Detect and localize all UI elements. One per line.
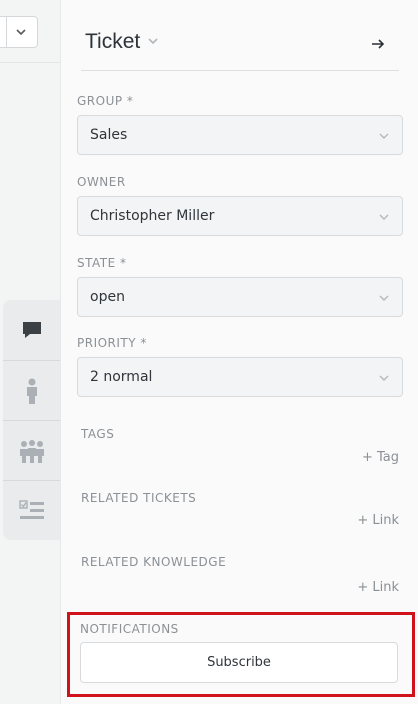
tags-section: TAGS + Tag	[81, 427, 399, 467]
organization-icon	[19, 439, 44, 463]
sidebar-tab-strip	[3, 300, 60, 540]
add-tag-link[interactable]: + Tag	[362, 450, 399, 465]
priority-value: 2 normal	[90, 369, 153, 385]
owner-select[interactable]: Christopher Miller	[77, 196, 403, 236]
group-value: Sales	[90, 127, 128, 143]
related-knowledge-label: RELATED KNOWLEDGE	[81, 555, 227, 569]
chevron-down-icon	[16, 29, 26, 36]
chevron-down-icon	[379, 214, 389, 220]
notifications-label: NOTIFICATIONS	[80, 622, 179, 636]
arrow-right-icon[interactable]	[369, 35, 387, 53]
related-tickets-label: RELATED TICKETS	[81, 491, 197, 505]
chevron-down-icon	[379, 375, 389, 381]
tab-checklist[interactable]	[3, 480, 60, 540]
priority-field: PRIORITY * 2 normal	[77, 336, 403, 397]
tab-ticket[interactable]	[3, 300, 60, 360]
priority-select[interactable]: 2 normal	[77, 357, 403, 397]
main-area-edge	[0, 0, 60, 704]
checklist-icon	[18, 499, 44, 519]
add-related-knowledge-link[interactable]: + Link	[357, 580, 399, 595]
group-field: GROUP * Sales	[77, 94, 403, 155]
related-tickets-section: RELATED TICKETS + Link	[81, 491, 399, 531]
customer-icon	[26, 378, 37, 404]
tab-customer[interactable]	[3, 360, 60, 420]
group-label: GROUP *	[77, 94, 134, 108]
chevron-down-icon	[379, 295, 389, 301]
state-select[interactable]: open	[77, 277, 403, 317]
owner-value: Christopher Miller	[90, 208, 215, 224]
priority-label: PRIORITY *	[77, 336, 147, 350]
subscribe-button[interactable]: Subscribe	[80, 642, 398, 683]
add-related-ticket-link[interactable]: + Link	[357, 513, 399, 528]
chevron-down-icon[interactable]	[147, 36, 159, 46]
related-knowledge-section: RELATED KNOWLEDGE + Link	[81, 555, 399, 595]
top-dropdown[interactable]	[0, 16, 38, 48]
tags-label: TAGS	[81, 427, 115, 441]
state-value: open	[90, 289, 125, 305]
dropdown-divider	[6, 17, 7, 47]
state-field: STATE * open	[77, 256, 403, 317]
sidebar-title[interactable]: Ticket	[85, 30, 140, 54]
top-divider	[0, 62, 60, 63]
owner-label: OWNER	[77, 175, 126, 189]
sidebar-header: Ticket	[81, 24, 399, 71]
owner-field: OWNER Christopher Miller	[77, 175, 403, 236]
ticket-sidebar: Ticket GROUP * Sales OWNER Christopher M…	[60, 0, 418, 704]
tab-organization[interactable]	[3, 420, 60, 480]
state-label: STATE *	[77, 256, 127, 270]
chevron-down-icon	[379, 133, 389, 139]
ticket-icon	[22, 322, 41, 338]
group-select[interactable]: Sales	[77, 115, 403, 155]
